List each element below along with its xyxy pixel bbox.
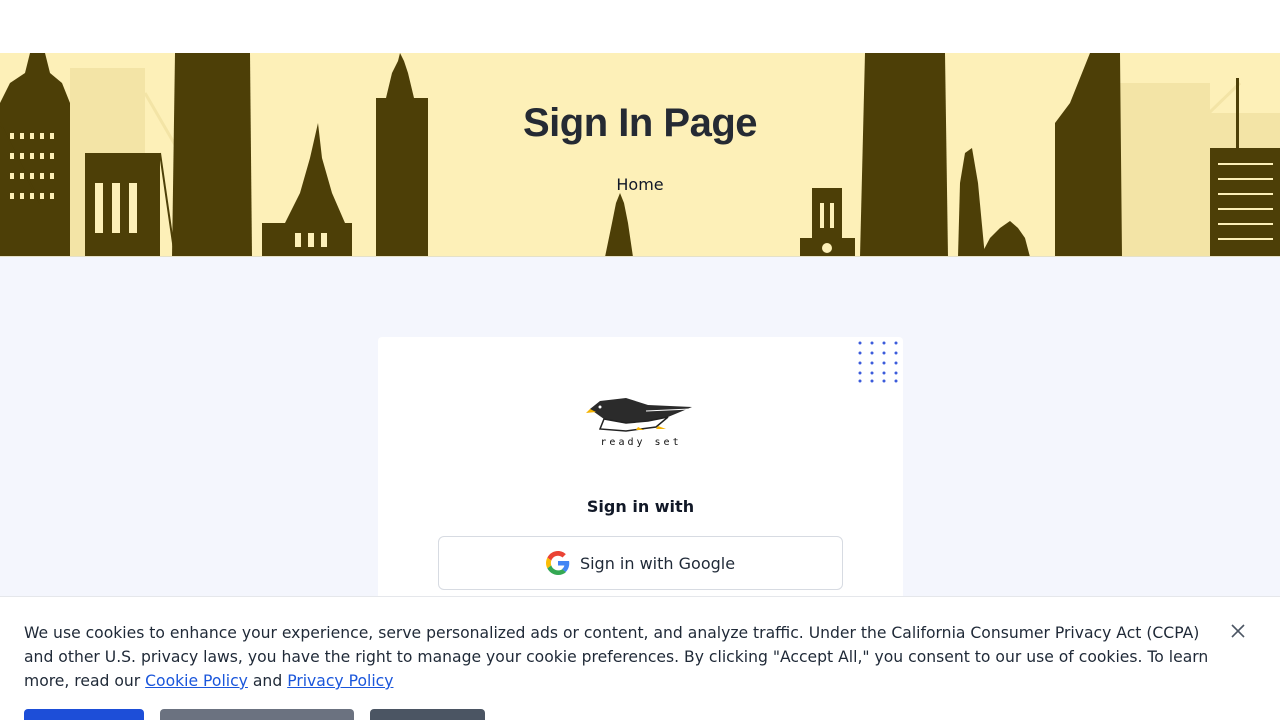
- manage-preferences-button[interactable]: [160, 709, 354, 720]
- cookie-consent-banner: We use cookies to enhance your experienc…: [0, 596, 1280, 720]
- sign-in-card: [378, 337, 903, 637]
- page-hero-banner: Sign In Page Home: [0, 53, 1280, 257]
- privacy-policy-link[interactable]: Privacy Policy: [287, 672, 393, 690]
- logo-wordmark: ready set: [600, 437, 682, 448]
- sign-in-with-heading: Sign in with: [586, 497, 695, 516]
- cookie-message: We use cookies to enhance your experienc…: [24, 621, 1224, 693]
- city-skyline-illustration: [0, 53, 1280, 256]
- reject-button[interactable]: [370, 709, 485, 720]
- google-button-label: Sign in with Google: [579, 553, 736, 573]
- page-title: Sign In Page: [522, 101, 758, 145]
- breadcrumb-home[interactable]: Home: [0, 175, 1280, 194]
- cookie-policy-link[interactable]: Cookie Policy: [145, 672, 248, 690]
- google-g-icon: [545, 551, 570, 575]
- sign-in-with-google-button[interactable]: Sign in with Google: [438, 536, 843, 590]
- top-navbar: [0, 0, 1280, 53]
- close-icon[interactable]: [1228, 621, 1248, 641]
- decorative-dots: [858, 341, 898, 383]
- accept-all-button[interactable]: [24, 709, 144, 720]
- cookie-and-text: and: [247, 672, 288, 690]
